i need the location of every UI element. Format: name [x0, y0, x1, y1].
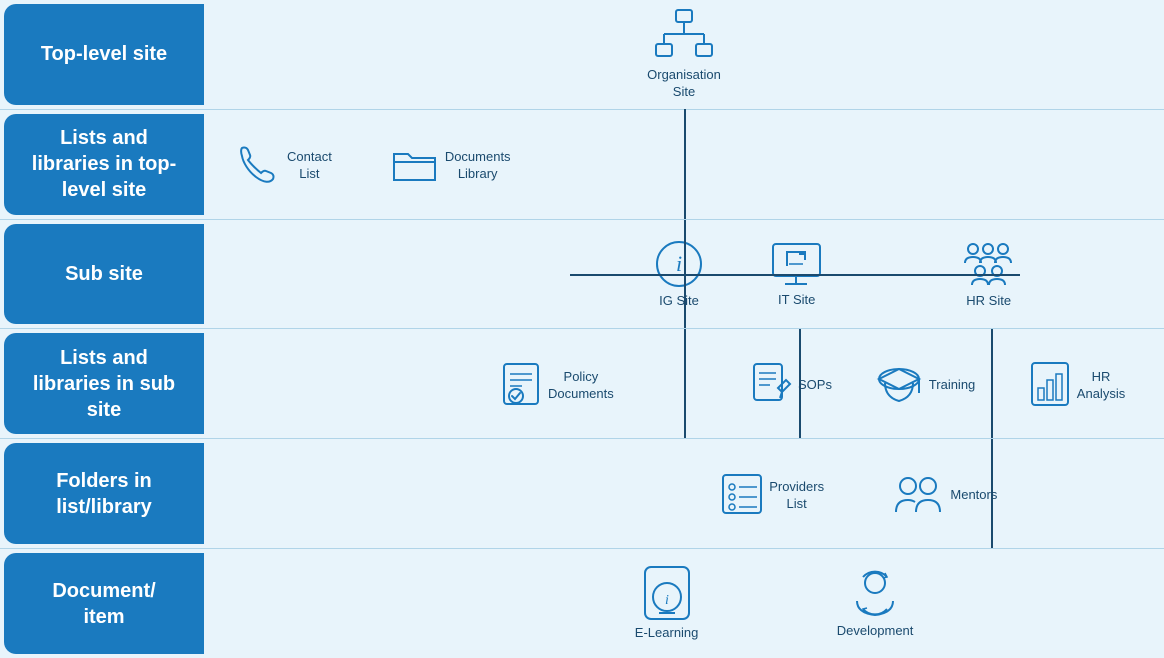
row-content-sub-site: i IG Site IT Site — [204, 220, 1164, 329]
org-site-label: OrganisationSite — [647, 67, 721, 101]
row-label-top-level: Top-level site — [4, 4, 204, 105]
doc-pen-icon — [750, 360, 792, 408]
row-content-lists-sub: PolicyDocuments SOPs — [204, 329, 1164, 438]
hr-analysis-node: HRAnalysis — [1029, 360, 1125, 408]
row-label-lists-top: Lists andlibraries in top-level site — [4, 114, 204, 215]
policy-docs-node: PolicyDocuments — [500, 360, 614, 408]
org-icon — [654, 8, 714, 63]
docs-library-node: DocumentsLibrary — [392, 144, 511, 184]
row-content-document-item: i E-Learning Development — [204, 549, 1164, 658]
diagram: Top-level site Organisation — [0, 0, 1164, 658]
org-site-node: OrganisationSite — [647, 8, 721, 101]
phone-icon — [234, 142, 279, 187]
tablet-info-icon: i — [641, 565, 693, 621]
chart-icon — [1029, 360, 1071, 408]
row-document-item: Document/item i E-Learning — [0, 549, 1164, 658]
doc-check-icon — [500, 360, 542, 408]
user-cycle-icon — [849, 567, 901, 619]
svg-text:i: i — [665, 593, 669, 608]
e-learning-node: i E-Learning — [635, 565, 699, 642]
contact-list-label: ContactList — [287, 149, 332, 183]
people-icon — [961, 239, 1016, 289]
providers-list-node: ProvidersList — [721, 473, 824, 515]
hr-site-label: HR Site — [966, 293, 1011, 310]
hr-analysis-label: HRAnalysis — [1077, 369, 1125, 403]
contact-list-node: ContactList — [234, 142, 332, 187]
development-node: Development — [837, 567, 914, 640]
row-label-lists-sub: Lists andlibraries in subsite — [4, 333, 204, 434]
monitor-icon — [769, 240, 824, 288]
row-top-level-site: Top-level site Organisation — [0, 0, 1164, 110]
policy-docs-label: PolicyDocuments — [548, 369, 614, 403]
row-lists-top: Lists andlibraries in top-level site Con… — [0, 110, 1164, 220]
providers-list-label: ProvidersList — [769, 479, 824, 513]
row-sub-site: Sub site i IG Site — [0, 220, 1164, 330]
list-icon — [721, 473, 763, 515]
development-label: Development — [837, 623, 914, 640]
svg-text:i: i — [676, 251, 682, 276]
info-circle-icon: i — [654, 239, 704, 289]
ig-site-label: IG Site — [659, 293, 699, 310]
training-node: Training — [875, 363, 975, 405]
graduation-icon — [875, 363, 923, 405]
docs-library-label: DocumentsLibrary — [445, 149, 511, 183]
row-content-top-level: OrganisationSite — [204, 0, 1164, 109]
sops-node: SOPs — [750, 360, 832, 408]
folder-icon — [392, 144, 437, 184]
row-label-document-item: Document/item — [4, 553, 204, 654]
row-lists-sub: Lists andlibraries in subsite PolicyDocu… — [0, 329, 1164, 439]
users-icon — [894, 472, 944, 516]
row-label-sub-site: Sub site — [4, 224, 204, 325]
row-label-folders: Folders inlist/library — [4, 443, 204, 544]
e-learning-label: E-Learning — [635, 625, 699, 642]
row-content-folders: ProvidersList Mentors — [204, 439, 1164, 548]
it-site-label: IT Site — [778, 292, 815, 309]
sops-label: SOPs — [798, 377, 832, 394]
mentors-node: Mentors — [894, 472, 997, 516]
row-folders: Folders inlist/library ProvidersList — [0, 439, 1164, 549]
training-label: Training — [929, 377, 975, 394]
